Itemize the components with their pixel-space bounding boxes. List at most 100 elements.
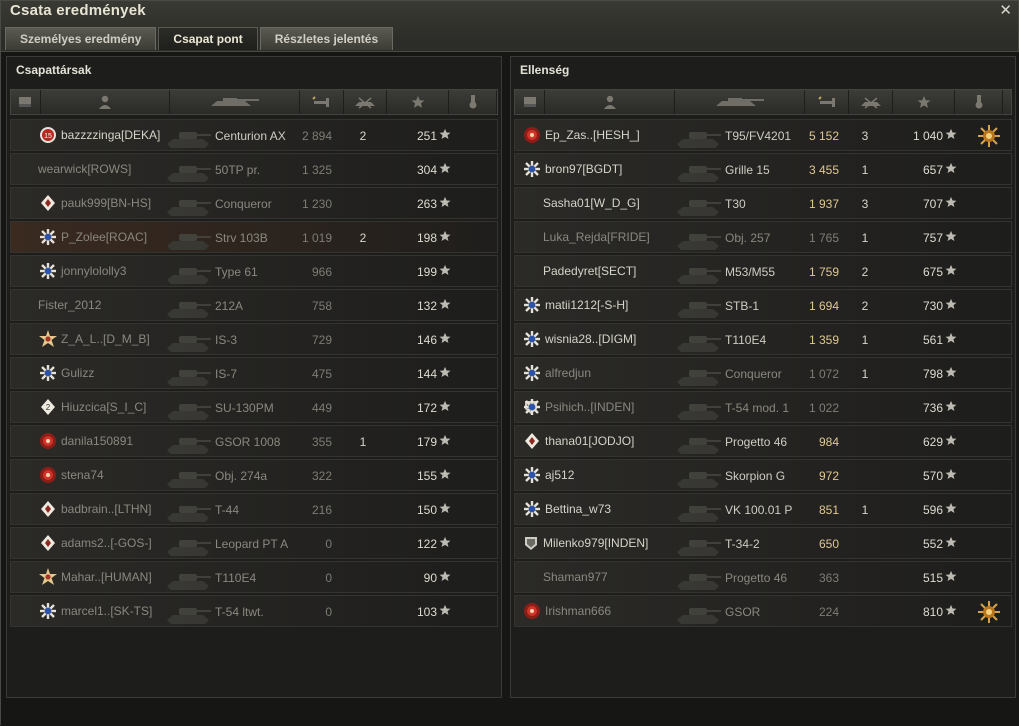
damage-value: 1 230 <box>301 197 332 211</box>
player-row[interactable]: wisnia28..[DIGM] T110E4 1 359 1 561 <box>514 323 1012 355</box>
player-sort-icon[interactable] <box>41 90 171 114</box>
vehicle-name: Centurion AX <box>215 129 286 143</box>
svg-text:15: 15 <box>44 133 52 140</box>
player-row[interactable]: Gulizz IS-7 475 144 <box>10 357 498 389</box>
vehicle-name: T-54 ltwt. <box>215 605 264 619</box>
player-row[interactable]: Ep_Zas..[HESH_] T95/FV4201 5 152 3 1 040 <box>514 119 1012 151</box>
xp-star-icon <box>439 332 451 344</box>
xp-value: 596 <box>922 503 943 517</box>
xp-value: 179 <box>416 435 437 449</box>
xp-value: 103 <box>416 605 437 619</box>
kills-value: 1 <box>861 163 869 177</box>
xp-value: 561 <box>922 333 943 347</box>
player-row[interactable]: stena74 Obj. 274a 322 155 <box>10 459 498 491</box>
xp-value: 263 <box>416 197 437 211</box>
xp-star-icon <box>439 162 451 174</box>
player-row[interactable]: Bettina_w73 VK 100.01 P 851 1 596 <box>514 493 1012 525</box>
xp-star-icon <box>945 434 957 446</box>
close-icon[interactable]: ✕ <box>999 1 1012 19</box>
medal-sort-icon[interactable] <box>449 90 498 114</box>
player-row[interactable]: 15 bazzzzinga[DEKA] Centurion AX 2 894 2 251 <box>10 119 498 151</box>
player-name: Shaman977 <box>543 570 608 584</box>
xp-sort-icon[interactable] <box>893 90 955 114</box>
damage-value: 322 <box>311 469 332 483</box>
tab-personal-results[interactable]: Személyes eredmény <box>5 27 157 50</box>
player-row[interactable]: matii1212[-S-H] STB-1 1 694 2 730 <box>514 289 1012 321</box>
rank-red-icon <box>523 126 541 144</box>
tank-icon <box>161 224 213 252</box>
tab-team-score[interactable]: Csapat pont <box>158 27 258 50</box>
player-name: stena74 <box>61 468 104 482</box>
player-row[interactable]: adams2..[-GOS-] Leopard PT A 0 122 <box>10 527 498 559</box>
xp-value: 198 <box>416 231 437 245</box>
vehicle-type-sort-icon[interactable] <box>11 90 41 114</box>
player-row[interactable]: Fister_2012 212A 758 132 <box>10 289 498 321</box>
tab-detailed-report[interactable]: Részletes jelentés <box>259 27 394 50</box>
player-row[interactable]: marcel1..[SK-TS] T-54 ltwt. 0 103 <box>10 595 498 627</box>
player-row[interactable]: Padedyret[SECT] M53/M55 1 759 2 675 <box>514 255 1012 287</box>
enemies-list: Ep_Zas..[HESH_] T95/FV4201 5 152 3 1 040 bron… <box>514 119 1012 629</box>
player-row[interactable]: jonnylololly3 Type 61 966 199 <box>10 255 498 287</box>
xp-value: 146 <box>416 333 437 347</box>
allies-panel: Csapattársak 15 bazzzzinga[DEKA] Centurion… <box>6 56 502 698</box>
xp-star-icon <box>439 468 451 480</box>
medal-sort-icon[interactable] <box>955 90 1003 114</box>
xp-value: 172 <box>416 401 437 415</box>
player-sort-icon[interactable] <box>545 90 675 114</box>
player-row[interactable]: alfredjun Conqueror 1 072 1 798 <box>514 357 1012 389</box>
rank-red-icon <box>39 432 57 450</box>
vehicle-name: IS-3 <box>215 333 238 347</box>
tank-icon <box>161 598 213 626</box>
xp-value: 1 040 <box>912 129 943 143</box>
player-row[interactable]: Psihich..[INDEN] T-54 mod. 1 1 022 736 <box>514 391 1012 423</box>
medal-icon[interactable] <box>977 124 1001 148</box>
medal-icon[interactable] <box>977 600 1001 624</box>
enemies-column-header <box>514 89 1012 115</box>
tank-icon <box>671 224 723 252</box>
vehicle-sort-icon[interactable] <box>170 90 300 114</box>
player-row[interactable]: badbrain..[LTHN] T-44 216 150 <box>10 493 498 525</box>
player-row[interactable]: Luka_Rejda[FRIDE] Obj. 257 1 765 1 757 <box>514 221 1012 253</box>
xp-value: 757 <box>922 231 943 245</box>
xp-value: 515 <box>922 571 943 585</box>
player-row[interactable]: 2 Hiuzcica[S_I_C] SU-130PM 449 172 <box>10 391 498 423</box>
player-row[interactable]: Irishman666 GSOR 224 810 <box>514 595 1012 627</box>
vehicle-name: Obj. 257 <box>725 231 771 245</box>
kills-value: 1 <box>861 231 869 245</box>
player-row[interactable]: bron97[BGDT] Grille 15 3 455 1 657 <box>514 153 1012 185</box>
player-row[interactable]: pauk999[BN-HS] Conqueror 1 230 263 <box>10 187 498 219</box>
player-row[interactable]: Shaman977 Progetto 46 363 515 <box>514 561 1012 593</box>
player-name: wearwick[ROWS] <box>38 162 132 176</box>
player-row[interactable]: thana01[JODJO] Progetto 46 984 629 <box>514 425 1012 457</box>
rank-diamond-icon <box>39 500 57 518</box>
xp-star-icon <box>945 570 957 582</box>
player-row[interactable]: Sasha01[W_D_G] T30 1 937 3 707 <box>514 187 1012 219</box>
tank-icon <box>161 326 213 354</box>
player-row[interactable]: P_Zolee[ROAC] Strv 103B 1 019 2 198 <box>10 221 498 253</box>
tank-icon <box>161 496 213 524</box>
kills-sort-icon[interactable] <box>849 90 893 114</box>
window-title: Csata eredmények <box>10 2 146 19</box>
player-row[interactable]: Mahar..[HUMAN] T110E4 0 90 <box>10 561 498 593</box>
player-row[interactable]: danila150891 GSOR 1008 355 1 179 <box>10 425 498 457</box>
damage-sort-icon[interactable] <box>805 90 849 114</box>
damage-value: 355 <box>311 435 332 449</box>
kills-sort-icon[interactable] <box>344 90 388 114</box>
damage-value: 1 937 <box>808 197 839 211</box>
xp-value: 707 <box>922 197 943 211</box>
player-name: alfredjun <box>545 366 592 380</box>
player-row[interactable]: Z_A_L..[D_M_B] IS-3 729 146 <box>10 323 498 355</box>
vehicle-name: Grille 15 <box>725 163 770 177</box>
player-row[interactable]: aj512 Skorpion G 972 570 <box>514 459 1012 491</box>
damage-sort-icon[interactable] <box>300 90 344 114</box>
tank-icon <box>671 326 723 354</box>
vehicle-sort-icon[interactable] <box>675 90 805 114</box>
player-row[interactable]: wearwick[ROWS] 50TP pr. 1 325 304 <box>10 153 498 185</box>
vehicle-type-sort-icon[interactable] <box>515 90 545 114</box>
damage-value: 2 894 <box>301 129 332 143</box>
xp-star-icon <box>945 298 957 310</box>
tank-icon <box>161 360 213 388</box>
kills-value: 1 <box>861 503 869 517</box>
xp-sort-icon[interactable] <box>387 90 450 114</box>
player-row[interactable]: Milenko979[INDEN] T-34-2 650 552 <box>514 527 1012 559</box>
